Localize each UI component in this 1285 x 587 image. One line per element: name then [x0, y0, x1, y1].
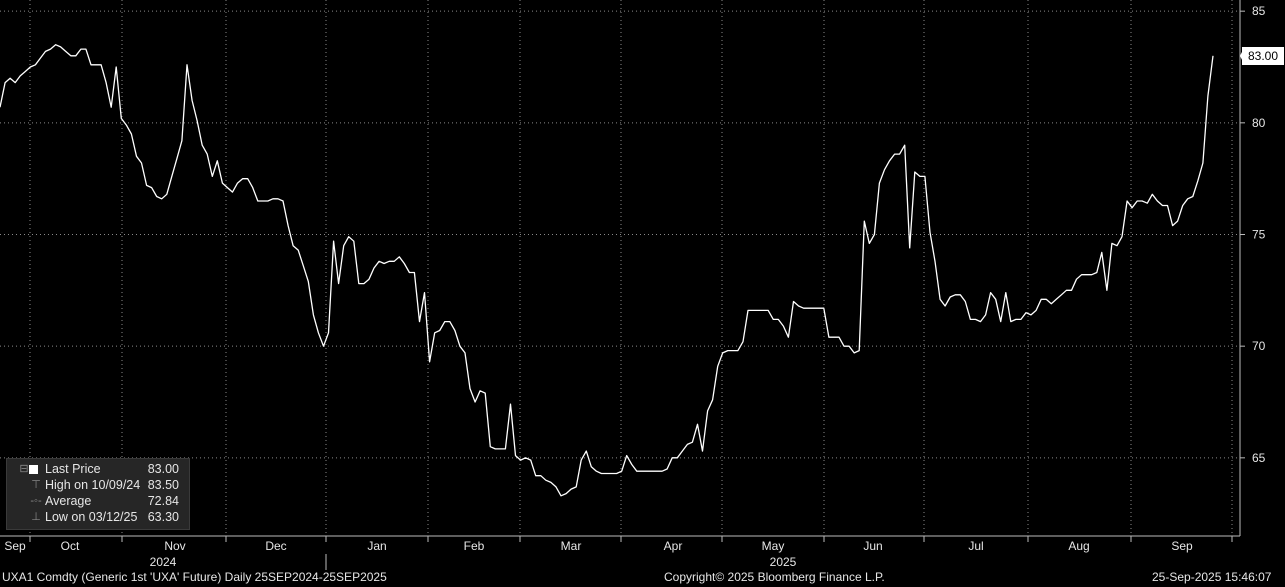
low-marker-icon: ⊥ — [31, 511, 41, 523]
legend-row-low: ⊥ Low on 03/12/25 63.30 — [15, 509, 185, 525]
y-tick-label: 80 — [1252, 116, 1266, 130]
legend-value: 83.50 — [147, 478, 179, 492]
legend-label: Average — [45, 494, 92, 508]
x-month-label: Sep — [1171, 539, 1193, 553]
high-marker-icon: ⊤ — [31, 479, 41, 491]
x-month-label: Sep — [4, 539, 26, 553]
price-chart: 85 80 75 70 65 Sep Oct Nov Dec Jan Feb Mar Apr May Jun… — [0, 0, 1266, 570]
average-marker-icon: -◦- — [30, 495, 42, 507]
x-month-label: May — [762, 539, 785, 553]
legend-row-high: ⊤ High on 10/09/24 83.50 — [15, 477, 185, 493]
legend-label: High on 10/09/24 — [45, 478, 141, 492]
x-month-label: Apr — [664, 539, 683, 553]
footer-ticker-description: UXA1 Comdty (Generic 1st 'UXA' Future) D… — [2, 570, 387, 584]
x-year-label: 2025 — [770, 555, 797, 569]
x-month-label: Aug — [1068, 539, 1089, 553]
legend: ⊟ Last Price 83.00 ⊤ High on 10/09/24 83… — [6, 458, 190, 530]
legend-value: 72.84 — [147, 494, 179, 508]
series-line-last-price — [0, 44, 1214, 497]
x-month-label: Oct — [61, 539, 80, 553]
square-swatch-icon — [29, 465, 38, 474]
footer-copyright: Copyright© 2025 Bloomberg Finance L.P. — [664, 570, 885, 584]
y-tick-label: 85 — [1252, 4, 1266, 18]
legend-label: Low on 03/12/25 — [45, 510, 138, 524]
x-month-label: Jul — [968, 539, 983, 553]
y-tick-label: 75 — [1252, 228, 1266, 242]
footer-timestamp: 25-Sep-2025 15:46:07 — [1152, 570, 1272, 584]
legend-value: 83.00 — [147, 462, 179, 476]
last-price-tag: 83.00 — [1242, 46, 1284, 65]
legend-row-last-price: ⊟ Last Price 83.00 — [15, 461, 185, 477]
y-tick-label: 70 — [1252, 339, 1266, 353]
x-month-label: Dec — [265, 539, 286, 553]
x-month-label: Feb — [464, 539, 485, 553]
y-tick-label: 65 — [1252, 451, 1266, 465]
legend-row-average: -◦- Average 72.84 — [15, 493, 185, 509]
legend-label: Last Price — [45, 462, 101, 476]
x-month-label: Mar — [561, 539, 582, 553]
x-month-label: Nov — [164, 539, 185, 553]
legend-value: 63.30 — [147, 510, 179, 524]
x-month-label: Jan — [367, 539, 386, 553]
x-year-label: 2024 — [150, 555, 177, 569]
x-month-label: Jun — [863, 539, 882, 553]
